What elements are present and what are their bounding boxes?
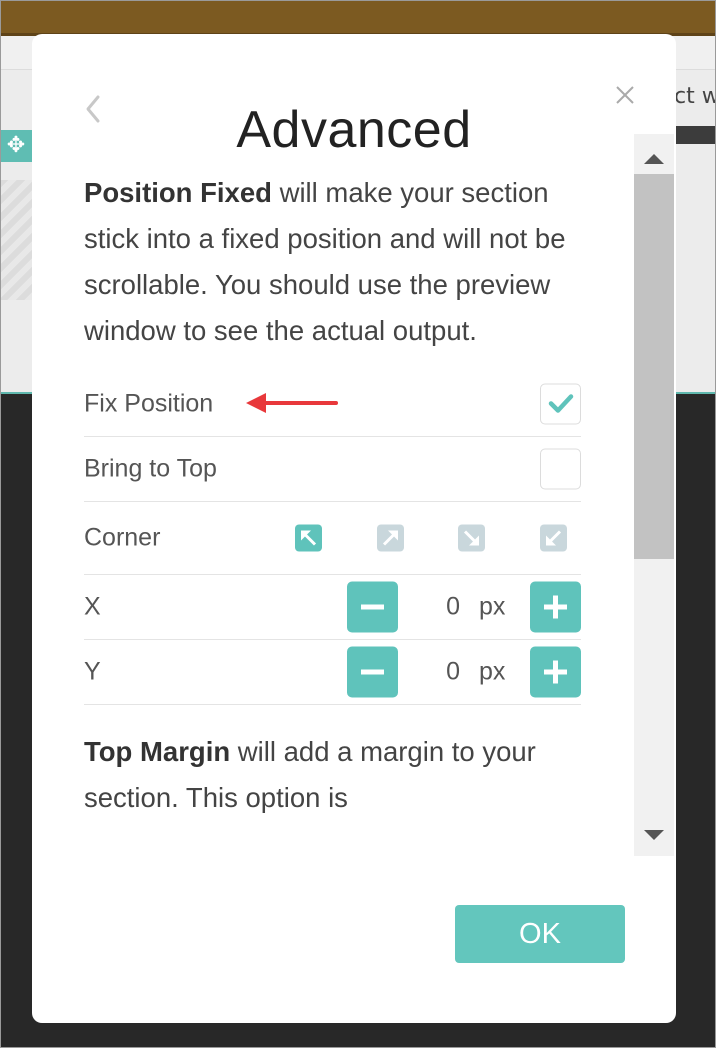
bring-to-top-checkbox[interactable] xyxy=(540,448,581,490)
arrow-down-left-icon xyxy=(546,530,562,546)
corner-label: Corner xyxy=(84,523,161,552)
y-decrement-button[interactable] xyxy=(347,646,398,698)
checkmark-icon xyxy=(548,394,574,413)
y-increment-button[interactable] xyxy=(530,646,581,698)
scroll-down-button[interactable] xyxy=(634,822,674,848)
background-image xyxy=(0,180,32,300)
scrollbar-thumb[interactable] xyxy=(634,174,674,559)
fix-position-checkbox[interactable] xyxy=(540,383,581,425)
scrollbar[interactable] xyxy=(634,134,674,856)
top-margin-description: Top Margin will add a margin to your sec… xyxy=(84,729,581,821)
x-row: X px xyxy=(84,575,581,640)
y-row: Y px xyxy=(84,640,581,705)
plus-icon xyxy=(544,595,567,619)
corner-top-left-button[interactable] xyxy=(295,524,322,552)
advanced-modal: Advanced Position Fixed will make your s… xyxy=(32,34,676,1023)
arrow-down-right-icon xyxy=(463,530,479,546)
background-text: ct w xyxy=(674,84,716,109)
corner-bottom-left-button[interactable] xyxy=(540,524,567,552)
fix-position-label: Fix Position xyxy=(84,389,214,418)
annotation-arrow-icon xyxy=(246,393,338,413)
y-value-input[interactable] xyxy=(400,657,460,687)
modal-scroll-area[interactable]: Position Fixed will make your section st… xyxy=(84,134,634,856)
plus-icon xyxy=(544,660,567,684)
scroll-up-button[interactable] xyxy=(634,146,674,172)
x-label: X xyxy=(84,592,101,621)
close-button[interactable] xyxy=(612,82,638,108)
move-handle-icon: ✥ xyxy=(0,130,32,162)
x-value-input[interactable] xyxy=(400,592,460,622)
x-increment-button[interactable] xyxy=(530,581,581,633)
modal-content: Position Fixed will make your section st… xyxy=(84,170,581,821)
top-margin-term: Top Margin xyxy=(84,736,231,767)
position-fixed-description: Position Fixed will make your section st… xyxy=(84,170,581,354)
y-label: Y xyxy=(84,657,101,686)
arrow-up-left-icon xyxy=(301,530,317,546)
bring-to-top-row: Bring to Top xyxy=(84,437,581,502)
x-decrement-button[interactable] xyxy=(347,581,398,633)
close-icon xyxy=(616,86,634,104)
ok-button[interactable]: OK xyxy=(455,905,625,963)
corner-row: Corner xyxy=(84,502,581,575)
triangle-down-icon xyxy=(644,830,664,840)
position-fixed-term: Position Fixed xyxy=(84,177,272,208)
bring-to-top-label: Bring to Top xyxy=(84,454,217,483)
corner-bottom-right-button[interactable] xyxy=(458,524,485,552)
fix-position-row: Fix Position xyxy=(84,372,581,437)
minus-icon xyxy=(361,604,384,610)
triangle-up-icon xyxy=(644,154,664,164)
y-unit: px xyxy=(479,657,506,686)
minus-icon xyxy=(361,669,384,675)
arrow-up-right-icon xyxy=(382,530,398,546)
x-unit: px xyxy=(479,592,506,621)
corner-top-right-button[interactable] xyxy=(377,524,404,552)
background-top-bar xyxy=(0,0,716,36)
background-bar xyxy=(676,126,716,144)
